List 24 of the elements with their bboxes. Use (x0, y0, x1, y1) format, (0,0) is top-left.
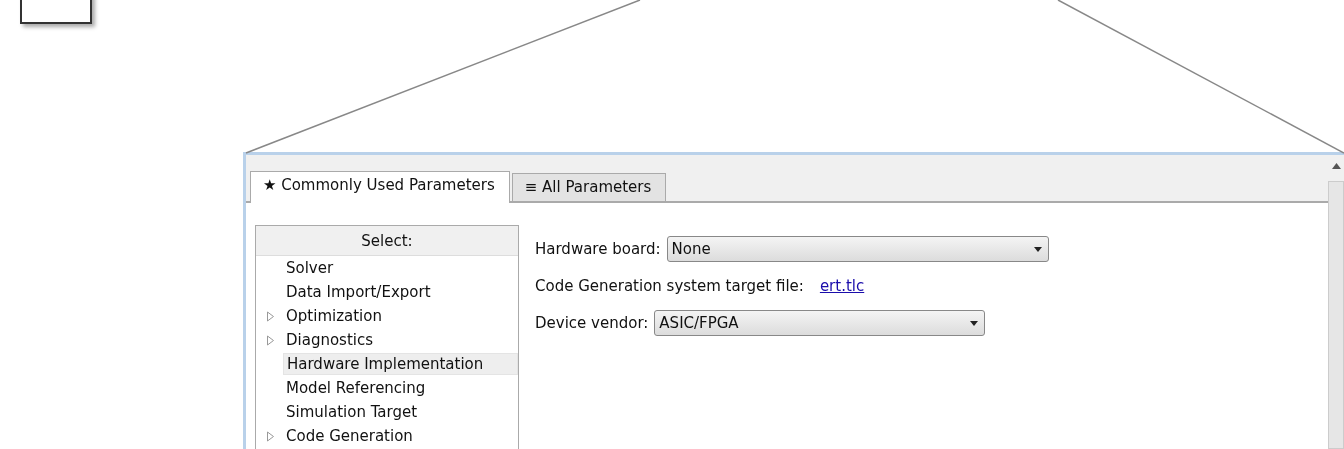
target-file-link[interactable]: ert.tlc (819, 277, 865, 295)
caret-icon (970, 320, 979, 326)
field-label: Device vendor: (535, 314, 649, 332)
tab[interactable]: ≡ All Parameters (511, 173, 667, 201)
scroll-up-icon[interactable] (1331, 163, 1341, 169)
dropdown[interactable]: ASIC/FPGA (654, 310, 986, 336)
tree-item[interactable]: Solver (283, 258, 337, 278)
field-label: Hardware board: (535, 240, 661, 258)
caret-icon (1033, 246, 1042, 252)
tree-item[interactable]: Code Generation (283, 426, 416, 446)
scrollbar[interactable] (1328, 155, 1344, 449)
tree-header: Select: (256, 226, 518, 256)
field-label: Code Generation system target file: (535, 277, 804, 295)
tree-item[interactable]: Diagnostics (283, 330, 377, 350)
dropdown[interactable]: None (666, 236, 1049, 262)
tree-item[interactable]: Hardware Implementation (283, 353, 518, 375)
tree-item[interactable]: Optimization (283, 306, 385, 326)
expand-icon[interactable] (266, 334, 275, 346)
tree-item[interactable]: Simulation Target (283, 402, 421, 422)
tree-item[interactable]: Model Referencing (283, 378, 429, 398)
expand-icon[interactable] (266, 430, 275, 442)
tab[interactable]: ★ Commonly Used Parameters (250, 171, 510, 203)
expand-icon[interactable] (266, 310, 275, 322)
tree-item[interactable]: Data Import/Export (283, 282, 434, 302)
